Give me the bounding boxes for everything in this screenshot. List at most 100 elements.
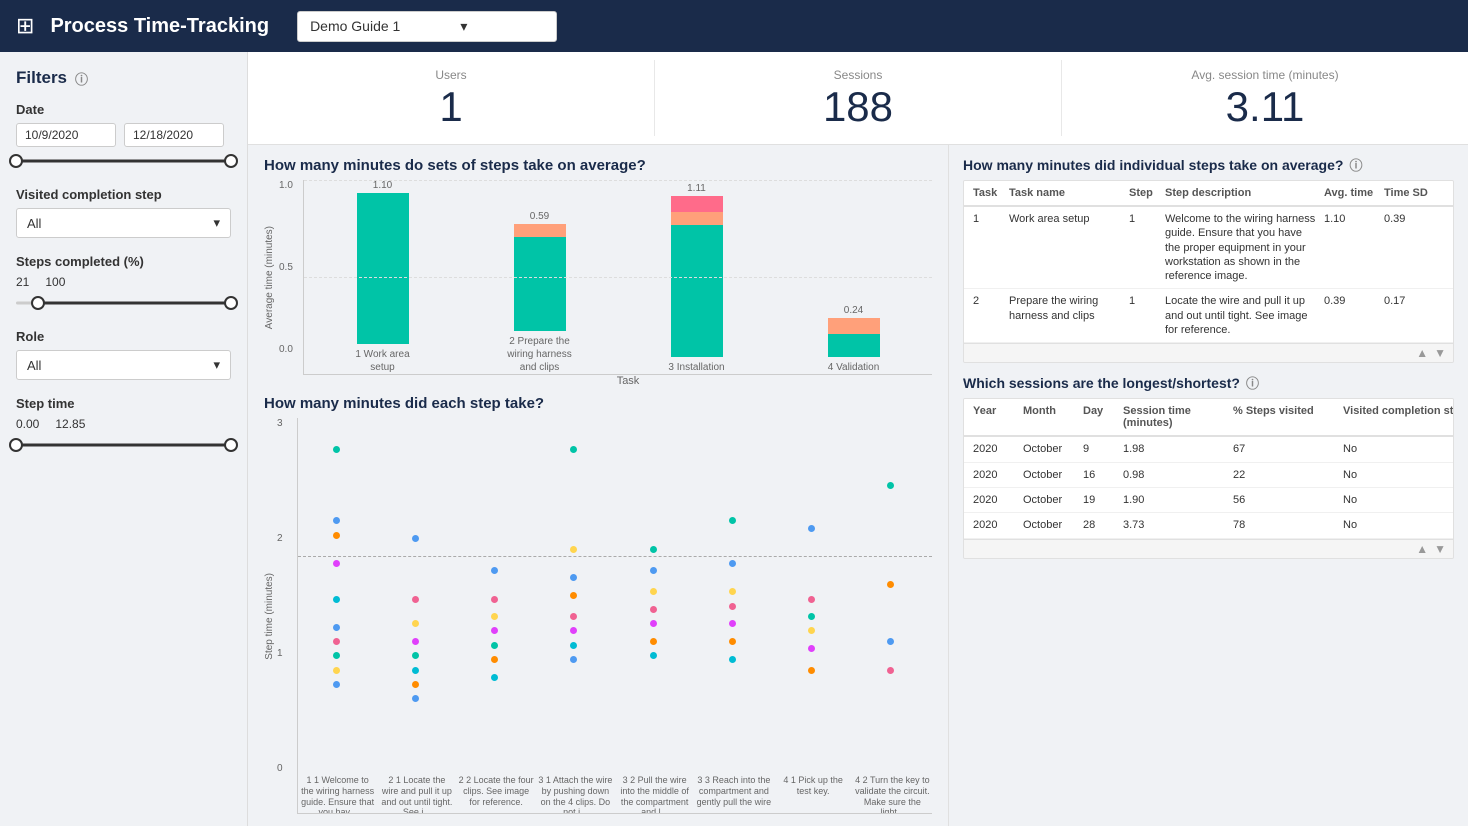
dot — [412, 695, 419, 702]
steps-info-icon[interactable]: ⓘ — [1349, 155, 1362, 174]
scatter-dots-6 — [729, 418, 739, 773]
slider-thumb-left[interactable] — [9, 154, 23, 168]
visited-completion-filter: Visited completion step All ▾ — [16, 187, 231, 238]
dot — [333, 446, 340, 453]
dot — [570, 446, 577, 453]
dot — [808, 645, 815, 652]
scroll-down-icon[interactable]: ▼ — [1434, 542, 1446, 556]
scroll-up-icon[interactable]: ▲ — [1416, 346, 1428, 360]
sessions-table-title: Which sessions are the longest/shortest?… — [963, 373, 1454, 392]
slider-fill — [16, 160, 231, 163]
sessions-table-section: Which sessions are the longest/shortest?… — [963, 373, 1454, 558]
scatter-y-label: Step time (minutes) — [264, 573, 275, 660]
scroll-up-icon[interactable]: ▲ — [1416, 542, 1428, 556]
dot — [729, 620, 736, 627]
date-label: Date — [16, 102, 231, 117]
dot — [491, 613, 498, 620]
bar-y-axis-label: Average time (minutes) — [264, 226, 275, 329]
date-range-slider[interactable] — [16, 151, 231, 171]
filters-info-icon[interactable]: ⓘ — [75, 69, 88, 88]
steps-table-scroll-controls: ▲ ▼ — [964, 343, 1453, 362]
step-time-label: Step time — [16, 396, 231, 411]
grid-line-top — [304, 180, 932, 181]
date-end-input[interactable]: 12/18/2020 — [124, 123, 224, 147]
slider-thumb-left[interactable] — [31, 296, 45, 310]
scatter-xlabel-6: 3 3 Reach into the compartment and gentl… — [694, 773, 773, 814]
metric-sessions: Sessions 188 — [655, 60, 1062, 136]
steps-completed-slider[interactable] — [16, 293, 231, 313]
chevron-down-icon: ▾ — [213, 215, 220, 231]
scatter-dots-2 — [412, 418, 422, 773]
dot — [333, 560, 340, 567]
dot — [333, 652, 340, 659]
guide-dropdown[interactable]: Demo Guide 1 ▾ — [297, 11, 557, 42]
dot — [491, 642, 498, 649]
dot — [333, 532, 340, 539]
role-dropdown[interactable]: All ▾ — [16, 350, 231, 380]
content-area: Users 1 Sessions 188 Avg. session time (… — [248, 52, 1468, 826]
scroll-down-icon[interactable]: ▼ — [1434, 346, 1446, 360]
steps-table-header: Task Task name Step Step description Avg… — [964, 181, 1453, 207]
bar-value-4: 0.24 — [844, 305, 863, 316]
scatter-col-6 — [694, 418, 773, 773]
bar-teal-3 — [671, 225, 723, 357]
scatter-y-ticks: 3 2 1 0 — [277, 418, 297, 814]
slider-thumb-right[interactable] — [224, 296, 238, 310]
sessions-table-scroll-controls: ▲ ▼ — [964, 539, 1453, 558]
sessions-table-header: Year Month Day Session time (minutes) % … — [964, 399, 1453, 437]
dot — [333, 624, 340, 631]
charts-right: How many minutes did individual steps ta… — [948, 145, 1468, 826]
scatter-xlabel-3: 2 2 Locate the four clips. See image for… — [457, 773, 536, 807]
slider-fill — [38, 302, 232, 305]
metric-users: Users 1 — [248, 60, 655, 136]
metric-avg-session-label: Avg. session time (minutes) — [1082, 68, 1448, 82]
steps-table-section: How many minutes did individual steps ta… — [963, 155, 1454, 363]
sessions-info-icon[interactable]: ⓘ — [1246, 373, 1259, 392]
dot — [570, 656, 577, 663]
dot — [570, 642, 577, 649]
steps-completed-values: 21 100 — [16, 275, 231, 289]
dot — [333, 517, 340, 524]
metric-avg-session-value: 3.11 — [1082, 86, 1448, 128]
bar-orange-2 — [514, 224, 566, 237]
charts-row: How many minutes do sets of steps take o… — [248, 145, 1468, 826]
slider-thumb-right[interactable] — [224, 438, 238, 452]
visited-completion-dropdown[interactable]: All ▾ — [16, 208, 231, 238]
slider-thumb-right[interactable] — [224, 154, 238, 168]
dot — [808, 613, 815, 620]
step-time-slider[interactable] — [16, 435, 231, 455]
bar-chart-title: How many minutes do sets of steps take o… — [264, 157, 932, 174]
table-row: 2020 October 19 1.90 56 No — [964, 488, 1453, 513]
dot — [650, 620, 657, 627]
scatter-dots-8 — [887, 418, 897, 773]
steps-table-title: How many minutes did individual steps ta… — [963, 155, 1454, 174]
scatter-col-1 — [298, 418, 377, 773]
bar-pink-3 — [671, 196, 723, 212]
table-row: 2 Prepare the wiring harness and clips 1… — [964, 289, 1453, 343]
dot — [650, 546, 657, 553]
dot — [570, 613, 577, 620]
dot — [491, 567, 498, 574]
dot — [729, 517, 736, 524]
metric-sessions-value: 188 — [675, 86, 1041, 128]
scatter-xlabel-8: 4 2 Turn the key to validate the circuit… — [853, 773, 932, 814]
dot — [491, 674, 498, 681]
dot — [887, 581, 894, 588]
dot — [491, 596, 498, 603]
bar-label-4: 4 Validation — [828, 361, 880, 374]
dot — [808, 667, 815, 674]
dot — [570, 627, 577, 634]
slider-thumb-left[interactable] — [9, 438, 23, 452]
app-icon: ⊞ — [16, 13, 34, 39]
bar-orange-3 — [671, 212, 723, 225]
dot — [333, 596, 340, 603]
dot — [412, 652, 419, 659]
date-start-input[interactable]: 10/9/2020 — [16, 123, 116, 147]
guide-dropdown-value: Demo Guide 1 — [310, 18, 400, 34]
scatter-dots-7 — [808, 418, 818, 773]
sessions-table-body[interactable]: 2020 October 9 1.98 67 No 2020 October 1… — [964, 437, 1453, 538]
dot — [570, 574, 577, 581]
date-row: 10/9/2020 12/18/2020 — [16, 123, 231, 147]
steps-table-body[interactable]: 1 Work area setup 1 Welcome to the wirin… — [964, 207, 1453, 343]
dot — [491, 656, 498, 663]
